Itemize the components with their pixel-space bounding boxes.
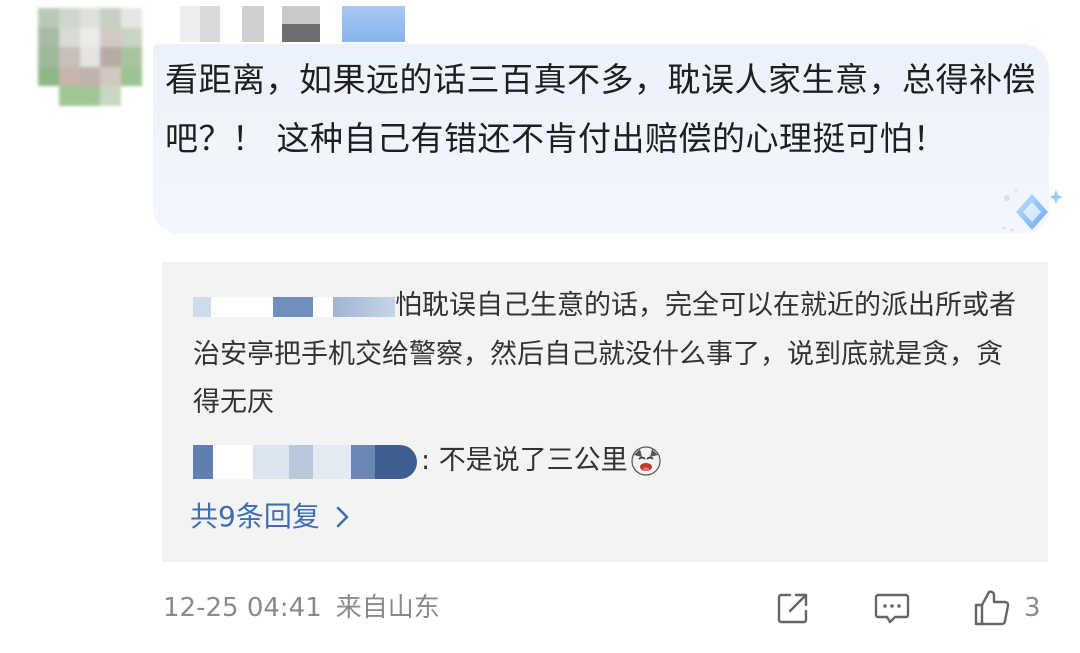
more-replies-label: 共9条回复 — [190, 500, 320, 533]
comment-button[interactable] — [873, 588, 911, 628]
location: 来自山东 — [335, 593, 440, 623]
like-button[interactable]: 3 — [972, 588, 1041, 628]
chevron-right-icon — [336, 506, 349, 528]
laughing-dog-emoji-icon — [631, 446, 661, 476]
reply-item[interactable]: 怕耽误自己生意的话，完全可以在就近的派出所或者治安亭把手机交给警察，然后自己就没… — [193, 282, 1023, 427]
like-count: 3 — [1024, 593, 1041, 623]
reply-username-redacted[interactable] — [193, 437, 417, 485]
reply-item[interactable]: : 不是说了三公里 — [193, 437, 662, 485]
diamond-badge-icon — [1002, 189, 1063, 232]
share-icon — [777, 593, 808, 624]
username-redacted[interactable] — [180, 6, 405, 42]
share-button[interactable] — [775, 588, 811, 628]
comment-text: 看距离，如果远的话三百真不多，耽误人家生意，总得补偿吧？！ 这种自己有错还不肯付… — [165, 60, 1036, 158]
reply-username-redacted[interactable] — [193, 283, 395, 331]
comment-icon — [874, 593, 910, 624]
more-replies-link[interactable]: 共9条回复 — [190, 495, 350, 539]
timestamp: 12-25 04:41 — [163, 593, 322, 623]
avatar[interactable] — [38, 8, 142, 106]
reply-text: 不是说了三公里 — [438, 445, 628, 476]
comment-meta: 12-25 04:41 来自山东 — [163, 588, 440, 628]
thumbs-up-icon — [974, 590, 1010, 626]
reply-colon: : — [421, 445, 439, 476]
